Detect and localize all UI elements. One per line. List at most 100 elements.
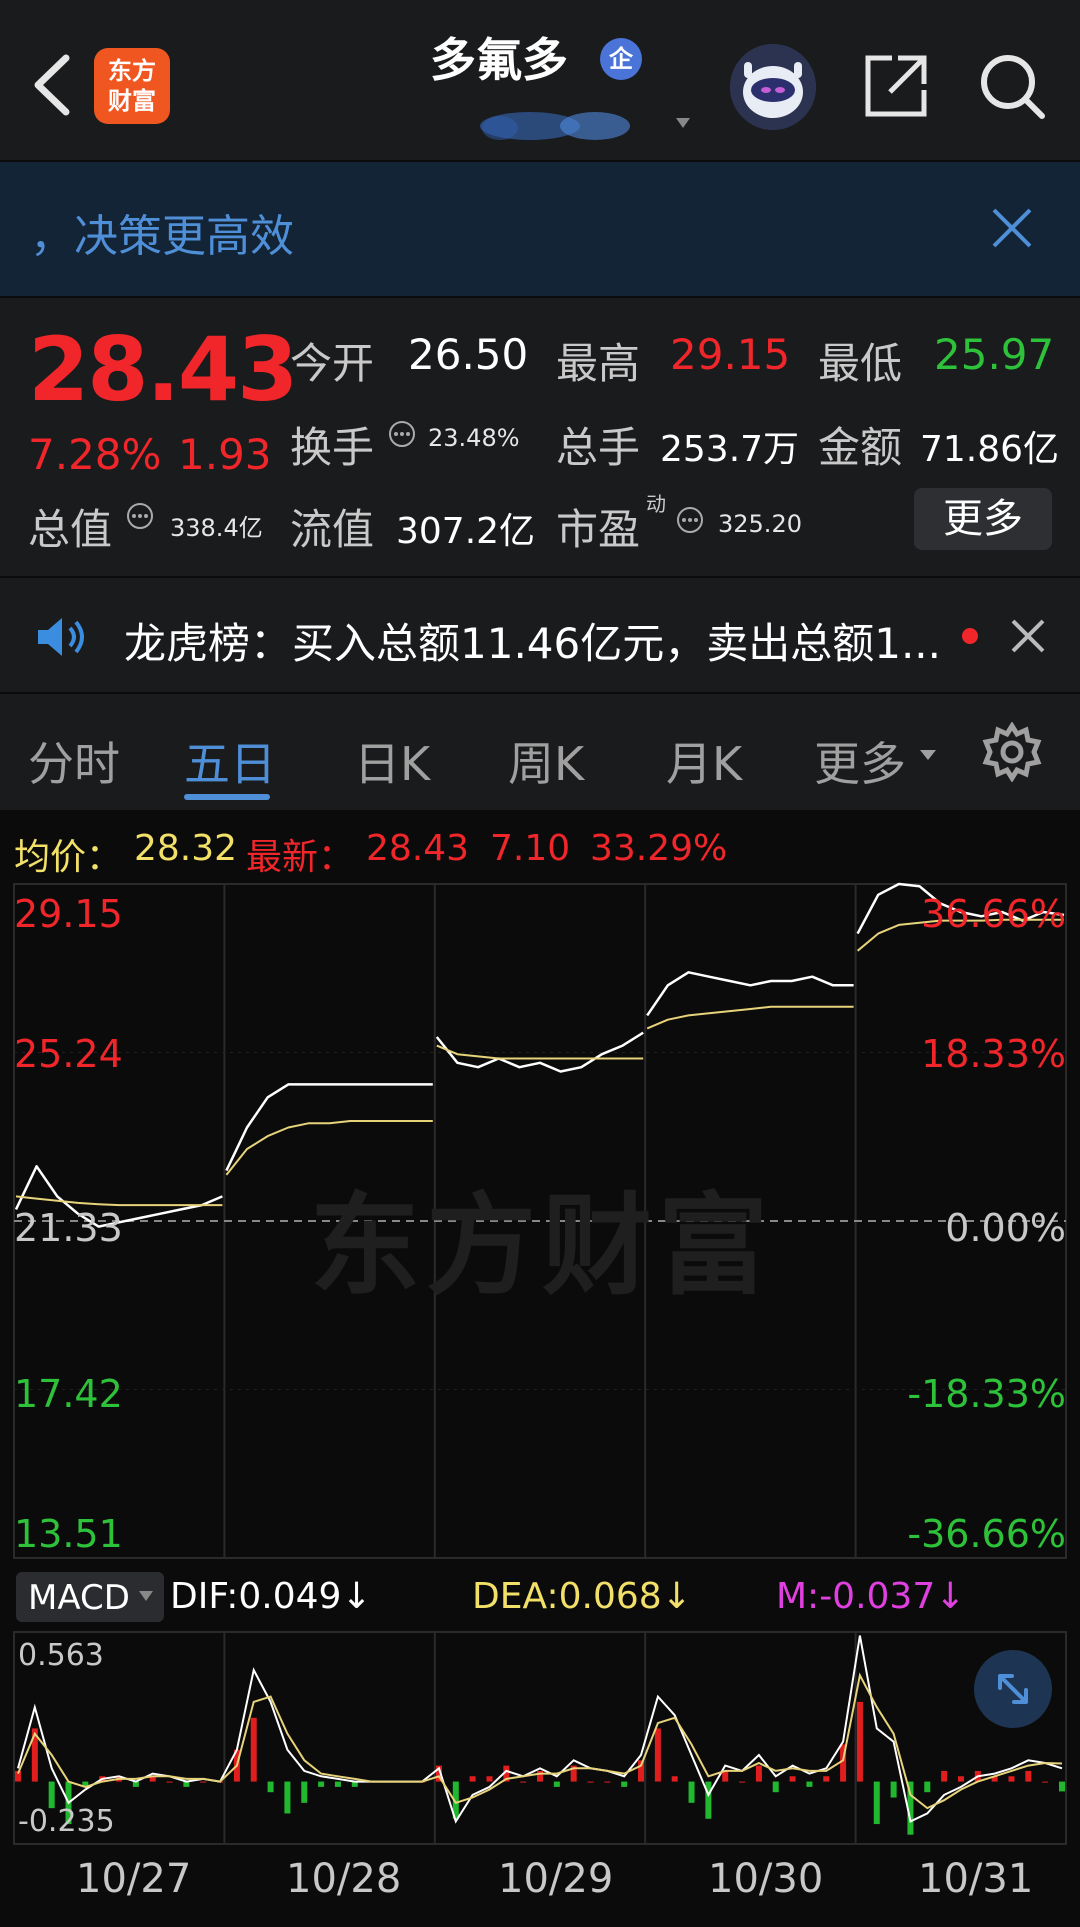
dropdown-arrow-icon xyxy=(139,1591,153,1601)
turnover-value: 23.48% xyxy=(428,424,520,452)
macd-histogram-bar xyxy=(520,1781,527,1783)
m-value: M:-0.037↓ xyxy=(776,1576,966,1617)
macd-histogram-bar xyxy=(856,1701,863,1782)
change-percent: 7.28% xyxy=(28,430,162,479)
macd-histogram-bar xyxy=(823,1776,830,1782)
y-right-label: -36.66% xyxy=(907,1512,1066,1556)
y-right-label: 18.33% xyxy=(921,1032,1066,1076)
change-amount: 1.93 xyxy=(178,430,272,479)
macd-histogram-bar xyxy=(739,1781,746,1783)
y-left-label: 21.33 xyxy=(14,1206,123,1250)
enterprise-badge-icon: 企 xyxy=(600,38,642,80)
pe-dynamic-mark: 动 xyxy=(646,492,666,516)
macd-ymin-label: -0.235 xyxy=(18,1804,115,1839)
macd-histogram-bar xyxy=(755,1765,762,1782)
macd-histogram-bar xyxy=(587,1781,594,1783)
macd-histogram-bar xyxy=(469,1776,476,1782)
banner-close-icon[interactable] xyxy=(990,206,1034,250)
macd-histogram-bar xyxy=(537,1770,543,1782)
volume-value: 253.7万 xyxy=(660,429,800,470)
info-dots-icon[interactable] xyxy=(126,502,154,530)
expand-button[interactable] xyxy=(974,1650,1052,1728)
latest-change: 7.10 xyxy=(490,828,571,869)
macd-histogram-bar xyxy=(671,1776,678,1782)
macd-histogram-bar xyxy=(957,1776,964,1782)
avg-price-line xyxy=(15,1195,223,1207)
back-icon[interactable] xyxy=(28,50,74,120)
info-dots-icon[interactable] xyxy=(388,420,416,448)
latest-change-pct: 33.29% xyxy=(590,828,728,869)
latest-value: 28.43 xyxy=(366,828,470,869)
amount-value: 71.86亿 xyxy=(920,429,1060,470)
y-right-label: 36.66% xyxy=(921,892,1066,936)
macd-histogram-bar xyxy=(301,1781,308,1803)
high-label: 最高 xyxy=(556,339,641,388)
open-value: 26.50 xyxy=(408,330,529,379)
macd-histogram-bar xyxy=(705,1781,712,1819)
amount-label: 金额 xyxy=(818,423,903,472)
y-right-label: -18.33% xyxy=(907,1372,1066,1416)
tab-monthly-k[interactable]: 月K xyxy=(666,728,742,794)
low-label: 最低 xyxy=(818,339,903,388)
blurred-stock-code[interactable] xyxy=(360,106,690,146)
low-value: 25.97 xyxy=(934,330,1055,379)
x-axis-label: 10/29 xyxy=(498,1856,614,1902)
y-left-label: 17.42 xyxy=(14,1372,123,1416)
tab-more[interactable]: 更多 xyxy=(814,728,906,794)
float-label: 流值 xyxy=(290,505,375,554)
y-left-label: 29.15 xyxy=(14,892,123,936)
avg-price-value: 28.32 xyxy=(134,828,238,869)
macd-histogram-bar xyxy=(200,1781,207,1783)
logo-line1: 东方 xyxy=(108,57,156,85)
settings-gear-icon[interactable] xyxy=(982,722,1042,782)
macd-histogram-bar xyxy=(553,1781,560,1787)
y-right-label: 0.00% xyxy=(945,1206,1066,1250)
mktcap-label: 总值 xyxy=(28,505,113,554)
avg-price-line xyxy=(436,1044,644,1060)
macd-histogram-bar xyxy=(604,1781,611,1783)
macd-chart[interactable] xyxy=(0,1630,1080,1846)
unread-dot xyxy=(962,628,978,644)
dea-value: DEA:0.068↓ xyxy=(472,1576,692,1617)
pe-value: 325.20 xyxy=(718,510,802,538)
stock-name[interactable]: 多氟多 xyxy=(430,24,568,90)
last-price: 28.43 xyxy=(28,318,298,421)
tab-intraday[interactable]: 分时 xyxy=(28,728,120,794)
tab-five-day[interactable]: 五日 xyxy=(184,728,276,794)
share-icon[interactable] xyxy=(862,52,930,120)
macd-histogram-bar xyxy=(873,1781,880,1825)
logo-line2: 财富 xyxy=(108,87,156,115)
avg-price-line xyxy=(646,1005,854,1030)
macd-histogram-bar xyxy=(789,1776,796,1782)
macd-histogram-bar xyxy=(924,1781,931,1793)
search-icon[interactable] xyxy=(976,50,1048,122)
dropdown-arrow-icon xyxy=(920,750,936,760)
news-close-icon[interactable] xyxy=(1010,618,1046,654)
mktcap-value: 338.4亿 xyxy=(170,514,263,542)
tab-weekly-k[interactable]: 周K xyxy=(508,728,584,794)
macd-histogram-bar xyxy=(1008,1776,1015,1782)
dif-line xyxy=(17,1635,1063,1824)
tab-daily-k[interactable]: 日K xyxy=(354,728,430,794)
macd-histogram-bar xyxy=(621,1781,628,1787)
macd-histogram-bar xyxy=(486,1776,493,1782)
app-logo[interactable]: 东方 财富 xyxy=(94,48,170,124)
volume-label: 总手 xyxy=(556,423,641,472)
x-axis-label: 10/27 xyxy=(76,1856,192,1902)
x-axis-label: 10/31 xyxy=(918,1856,1034,1902)
info-dots-icon[interactable] xyxy=(676,506,704,534)
more-quote-button[interactable]: 更多 xyxy=(914,488,1052,550)
y-left-label: 13.51 xyxy=(14,1512,123,1556)
float-value: 307.2亿 xyxy=(396,511,536,552)
expand-icon xyxy=(998,1674,1028,1704)
avg-price-label: 均价： xyxy=(14,837,123,878)
pe-label: 市盈 xyxy=(556,505,641,554)
macd-histogram-bar xyxy=(1025,1770,1032,1782)
dea-line xyxy=(17,1672,1063,1810)
robot-avatar-icon[interactable] xyxy=(730,44,816,130)
banner-text: ，决策更高效 xyxy=(30,211,294,262)
macd-histogram-bar xyxy=(284,1781,291,1814)
watermark: 东方财富 xyxy=(310,1182,774,1310)
macd-histogram-bar xyxy=(1042,1781,1049,1783)
macd-histogram-bar xyxy=(941,1770,948,1782)
